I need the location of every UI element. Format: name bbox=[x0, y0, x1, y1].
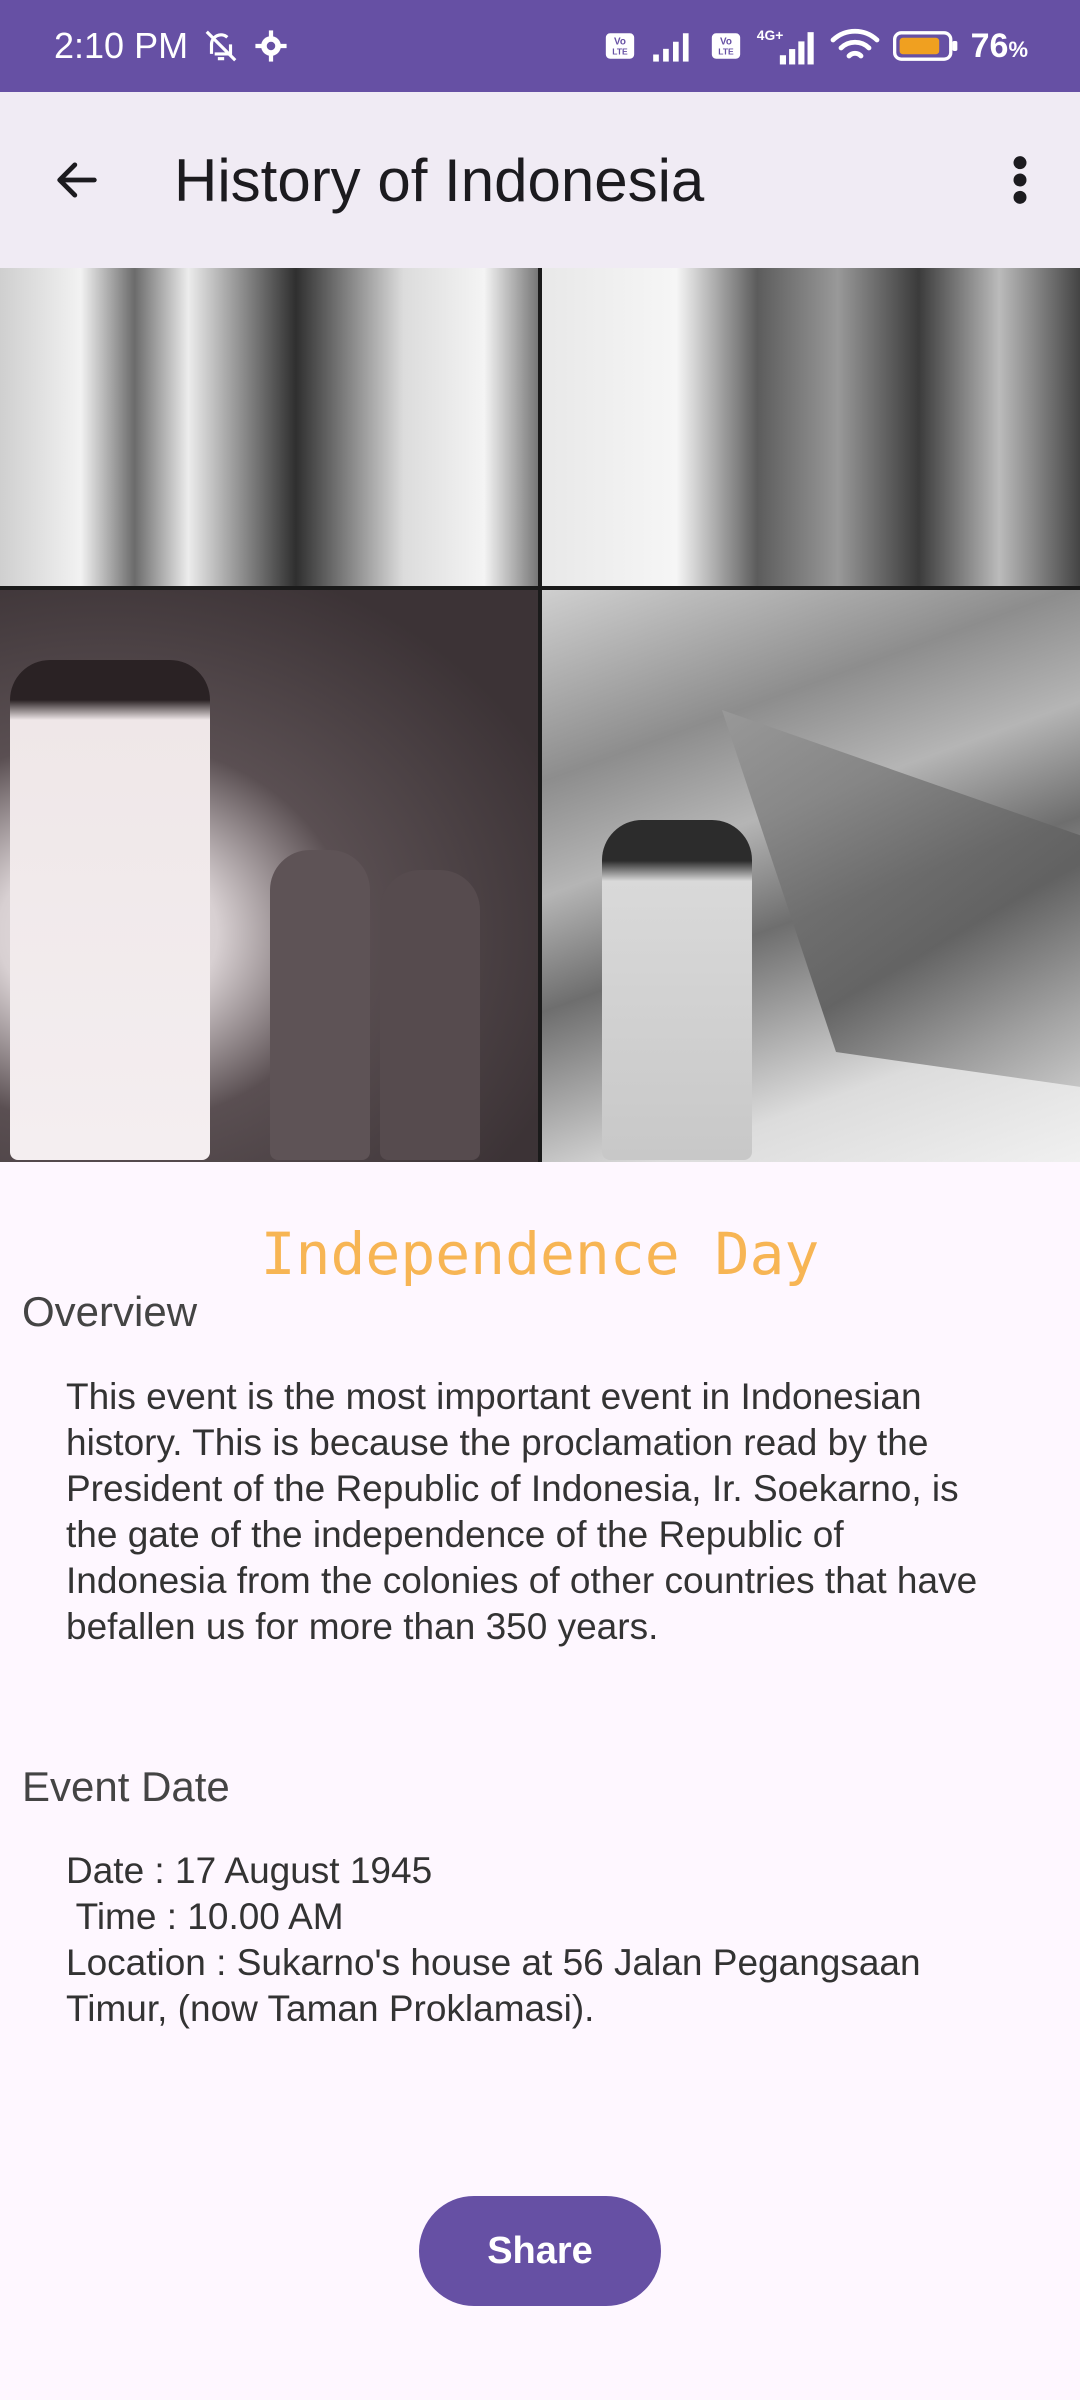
overview-heading: Overview bbox=[22, 1288, 198, 1335]
status-right: Vo LTE Vo LTE 4G+ 76% bbox=[603, 26, 1028, 66]
event-date-details: Date : 17 August 1945 Time : 10.00 AM Lo… bbox=[66, 1848, 1006, 2032]
time-line: Time : 10.00 AM bbox=[66, 1896, 344, 1937]
gear-icon bbox=[254, 29, 288, 63]
background-figure-2 bbox=[380, 870, 480, 1160]
flag-raiser-figure bbox=[602, 820, 752, 1160]
photo-tile-4 bbox=[542, 590, 1080, 1162]
status-bar: 2:10 PM Vo LTE Vo LTE 4G+ 76% bbox=[0, 0, 1080, 92]
flag-shape bbox=[722, 710, 1080, 1090]
event-title: Independence Day bbox=[260, 1220, 820, 1288]
svg-text:LTE: LTE bbox=[718, 47, 734, 57]
battery-percent: 76% bbox=[970, 26, 1028, 65]
photo-tile-3 bbox=[0, 590, 538, 1162]
wifi-icon bbox=[829, 26, 881, 66]
photo-tile-1 bbox=[0, 268, 538, 586]
status-time: 2:10 PM bbox=[54, 25, 189, 66]
svg-text:4G+: 4G+ bbox=[756, 27, 783, 43]
background-figure bbox=[270, 850, 370, 1160]
more-vert-icon bbox=[1013, 156, 1027, 204]
arrow-left-icon bbox=[57, 162, 97, 198]
speaker-figure bbox=[10, 660, 210, 1160]
more-options-button[interactable] bbox=[980, 135, 1060, 225]
svg-text:LTE: LTE bbox=[612, 47, 628, 57]
battery-icon bbox=[892, 29, 959, 63]
page-title: History of Indonesia bbox=[174, 146, 705, 214]
volte-icon: Vo LTE bbox=[603, 29, 637, 63]
event-image bbox=[0, 268, 1080, 1162]
location-line: Location : Sukarno's house at 56 Jalan P… bbox=[66, 1942, 921, 2029]
share-button[interactable]: Share bbox=[419, 2196, 661, 2306]
photo-tile-2 bbox=[542, 268, 1080, 586]
volte-icon-2: Vo LTE bbox=[709, 29, 743, 63]
4g-signal-icon: 4G+ bbox=[755, 26, 817, 66]
event-date-heading: Event Date bbox=[22, 1763, 230, 1810]
overview-text: This event is the most important event i… bbox=[66, 1376, 978, 1647]
bell-off-icon bbox=[202, 27, 240, 65]
status-left: 2:10 PM bbox=[54, 25, 288, 67]
date-line: Date : 17 August 1945 bbox=[66, 1850, 433, 1891]
app-bar: History of Indonesia bbox=[0, 92, 1080, 268]
back-button[interactable] bbox=[32, 135, 122, 225]
signal-icon bbox=[649, 29, 697, 63]
